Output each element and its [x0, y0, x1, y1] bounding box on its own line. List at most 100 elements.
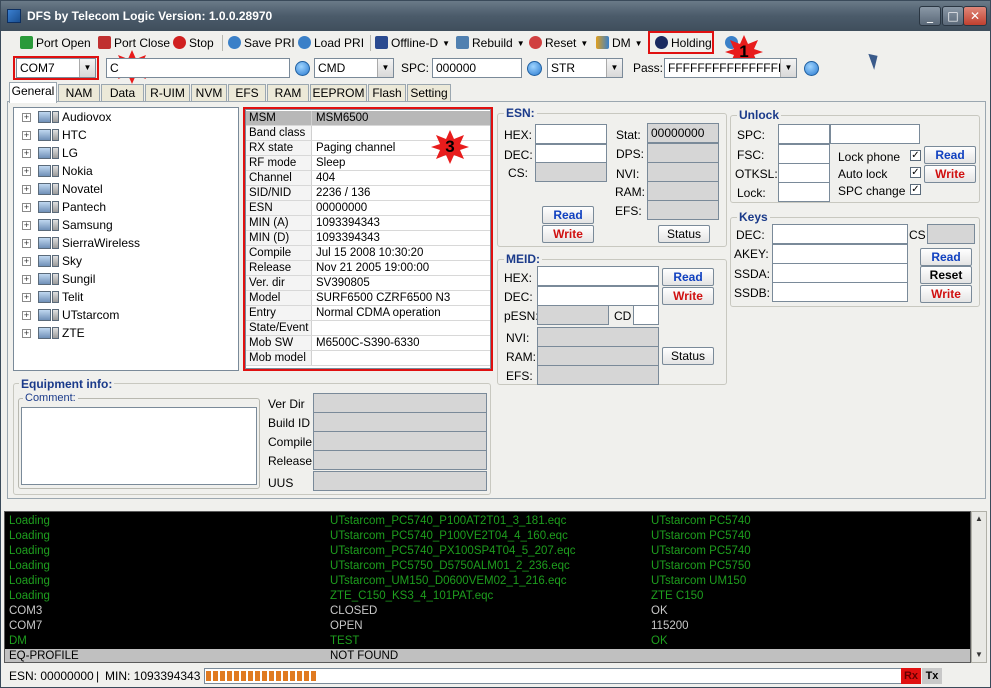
unlock-otksl-field[interactable]	[778, 163, 830, 183]
log-row[interactable]: DM TEST OK	[5, 634, 970, 649]
keys-akey-field[interactable]	[772, 244, 908, 264]
log-row[interactable]: Loading UTstarcom_UM150_D0600VEM02_1_216.…	[5, 574, 970, 589]
maximize-button[interactable]: □	[942, 6, 964, 26]
keys-ssda-field[interactable]	[772, 263, 908, 283]
tab-efs[interactable]: EFS	[228, 84, 266, 102]
keys-reset-button[interactable]: Reset	[920, 266, 972, 284]
meid-read-button[interactable]: Read	[662, 268, 714, 286]
esn-dec-field[interactable]	[535, 144, 607, 164]
reset-button[interactable]: Reset ▼	[529, 35, 588, 51]
port-close-button[interactable]: Port Close	[98, 35, 170, 51]
esn-write-button[interactable]: Write	[542, 225, 594, 243]
tab-general[interactable]: General	[9, 82, 57, 103]
scroll-up-icon[interactable]: ▲	[972, 512, 986, 526]
log-row[interactable]: COM7 OPEN 115200	[5, 619, 970, 634]
meid-status-button[interactable]: Status	[662, 347, 714, 365]
minimize-button[interactable]: _	[919, 6, 941, 26]
tree-item-samsung[interactable]: + Samsung	[14, 217, 234, 235]
expand-icon[interactable]: +	[22, 113, 31, 122]
send-pass-icon[interactable]	[804, 61, 819, 76]
spc-input[interactable]: 000000	[432, 58, 522, 78]
expand-icon[interactable]: +	[22, 149, 31, 158]
unlock-fsc-field[interactable]	[778, 144, 830, 164]
tree-item-pantech[interactable]: + Pantech	[14, 199, 234, 217]
log-panel[interactable]: Loading UTstarcom_PC5740_P100AT2T01_3_181…	[4, 511, 971, 663]
save-pri-button[interactable]: Save PRI	[228, 35, 295, 51]
offline-d-button[interactable]: Offline-D ▼	[375, 35, 450, 51]
tab-eeprom[interactable]: EEPROM	[310, 84, 367, 102]
chevron-down-icon[interactable]: ▼	[377, 59, 393, 77]
unlock-lock-field[interactable]	[778, 182, 830, 202]
tree-item-sierrawireless[interactable]: + SierraWireless	[14, 235, 234, 253]
pass-select[interactable]: FFFFFFFFFFFFFFFF ▼	[664, 58, 797, 78]
spc-change-checkbox[interactable]: ✓	[910, 184, 921, 195]
unlock-spc-field[interactable]	[778, 124, 830, 144]
expand-icon[interactable]: +	[22, 185, 31, 194]
expand-icon[interactable]: +	[22, 257, 31, 266]
expand-icon[interactable]: +	[22, 131, 31, 140]
tree-item-zte[interactable]: + ZTE	[14, 325, 234, 343]
chevron-down-icon[interactable]: ▼	[606, 59, 622, 77]
load-pri-button[interactable]: Load PRI	[298, 35, 364, 51]
stop-button[interactable]: Stop	[173, 35, 214, 51]
log-row[interactable]: Loading UTstarcom_PC5740_PX100SP4T04_5_20…	[5, 544, 970, 559]
chevron-down-icon[interactable]: ▼	[780, 59, 796, 77]
keys-dec-field[interactable]	[772, 224, 908, 244]
mode-select[interactable]: CMD ▼	[314, 58, 394, 78]
tab-r-uim[interactable]: R-UIM	[145, 84, 190, 102]
log-row[interactable]: Loading ZTE_C150_KS3_4_101PAT.eqc ZTE C150	[5, 589, 970, 604]
expand-icon[interactable]: +	[22, 329, 31, 338]
log-row[interactable]: Loading UTstarcom_PC5740_P100VE2T04_4_160…	[5, 529, 970, 544]
command-input[interactable]: C	[106, 58, 290, 78]
log-row[interactable]: Loading UTstarcom_PC5750_D5750ALM01_2_236…	[5, 559, 970, 574]
tree-item-lg[interactable]: + LG	[14, 145, 234, 163]
keys-read-button[interactable]: Read	[920, 248, 972, 266]
meid-dec-field[interactable]	[537, 286, 659, 306]
esn-read-button[interactable]: Read	[542, 206, 594, 224]
expand-icon[interactable]: +	[22, 221, 31, 230]
str-select[interactable]: STR ▼	[547, 58, 623, 78]
rebuild-button[interactable]: Rebuild ▼	[456, 35, 525, 51]
keys-write-button[interactable]: Write	[920, 285, 972, 303]
expand-icon[interactable]: +	[22, 275, 31, 284]
tree-item-htc[interactable]: + HTC	[14, 127, 234, 145]
log-scrollbar[interactable]: ▲ ▼	[971, 511, 987, 663]
unlock-spc-extra-field[interactable]	[830, 124, 920, 144]
tree-item-audiovox[interactable]: + Audiovox	[14, 109, 234, 127]
expand-icon[interactable]: +	[22, 239, 31, 248]
send-command-icon[interactable]	[295, 61, 310, 76]
tab-nvm[interactable]: NVM	[191, 84, 227, 102]
meid-hex-field[interactable]	[537, 266, 659, 286]
chevron-down-icon[interactable]: ▼	[79, 59, 95, 77]
unlock-read-button[interactable]: Read	[924, 146, 976, 164]
log-row[interactable]: EQ-PROFILE NOT FOUND	[5, 649, 970, 662]
tab-data[interactable]: Data	[101, 84, 144, 102]
dm-button[interactable]: DM ▼	[596, 35, 643, 51]
tab-setting[interactable]: Setting	[407, 84, 451, 102]
close-button[interactable]: ✕	[963, 6, 987, 26]
unlock-write-button[interactable]: Write	[924, 165, 976, 183]
log-row[interactable]: COM3 CLOSED OK	[5, 604, 970, 619]
meid-cd-field[interactable]	[633, 305, 659, 325]
tree-item-nokia[interactable]: + Nokia	[14, 163, 234, 181]
tree-item-novatel[interactable]: + Novatel	[14, 181, 234, 199]
scroll-down-icon[interactable]: ▼	[972, 648, 986, 662]
tree-item-telit[interactable]: + Telit	[14, 289, 234, 307]
tab-ram[interactable]: RAM	[267, 84, 309, 102]
expand-icon[interactable]: +	[22, 311, 31, 320]
meid-write-button[interactable]: Write	[662, 287, 714, 305]
comment-textarea[interactable]	[21, 407, 257, 485]
expand-icon[interactable]: +	[22, 203, 31, 212]
tree-item-utstarcom[interactable]: + UTstarcom	[14, 307, 234, 325]
title-bar[interactable]: DFS by Telecom Logic Version: 1.0.0.2897…	[1, 1, 990, 31]
send-spc-icon[interactable]	[527, 61, 542, 76]
expand-icon[interactable]: +	[22, 293, 31, 302]
tree-item-sky[interactable]: + Sky	[14, 253, 234, 271]
keys-ssdb-field[interactable]	[772, 282, 908, 302]
log-row[interactable]: Loading UTstarcom_PC5740_P100AT2T01_3_181…	[5, 514, 970, 529]
tab-flash[interactable]: Flash	[368, 84, 406, 102]
tab-nam[interactable]: NAM	[58, 84, 100, 102]
lock-phone-checkbox[interactable]: ✓	[910, 150, 921, 161]
com-port-select[interactable]: COM7 ▼	[16, 58, 96, 78]
esn-hex-field[interactable]	[535, 124, 607, 144]
